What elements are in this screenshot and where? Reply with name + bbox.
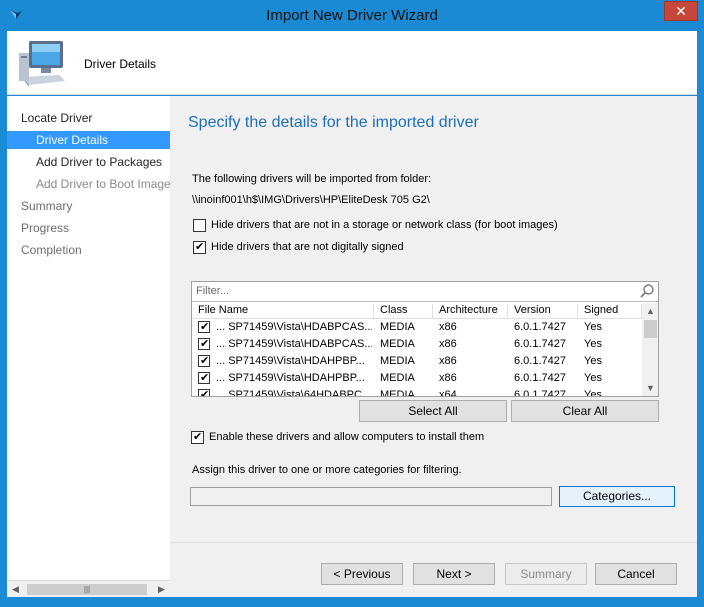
- main-panel: Specify the details for the imported dri…: [170, 96, 697, 597]
- title-bar[interactable]: Import New Driver Wizard ✕: [0, 0, 704, 31]
- row-arch: x86: [439, 321, 457, 333]
- driver-list[interactable]: Filter... File Name Class Architecture V…: [191, 281, 659, 397]
- hide-storage-checkbox[interactable]: [193, 219, 206, 232]
- row-file-name: ... SP71459\Vista\HDABPCAS...: [216, 338, 372, 350]
- next-button[interactable]: Next >: [413, 563, 495, 585]
- row-class: MEDIA: [380, 321, 415, 333]
- page-title: Specify the details for the imported dri…: [188, 114, 479, 131]
- scroll-thumb[interactable]: [644, 320, 657, 338]
- wizard-steps: Locate Driver Driver Details Add Driver …: [7, 96, 170, 568]
- row-signed: Yes: [584, 389, 602, 397]
- categories-field[interactable]: [190, 487, 552, 506]
- nav-spacer: [7, 568, 170, 580]
- filter-box[interactable]: Filter...: [192, 282, 658, 302]
- row-arch: x64: [439, 389, 457, 397]
- window-title: Import New Driver Wizard: [266, 7, 438, 24]
- row-version: 6.0.1.7427: [514, 389, 566, 397]
- row-class: MEDIA: [380, 338, 415, 350]
- row-arch: x86: [439, 355, 457, 367]
- row-class: MEDIA: [380, 372, 415, 384]
- step-add-driver-to-packages[interactable]: Add Driver to Packages: [36, 153, 162, 171]
- nav-horizontal-scrollbar[interactable]: ◀ ||| ▶: [7, 580, 170, 597]
- row-file-name: ... SP71459\Vista\HDAHPBP...: [216, 372, 365, 384]
- row-file-name: ... SP71459\Vista\HDAHPBP...: [216, 355, 365, 367]
- folder-path-label: \\inoinf001\h$\IMG\Drivers\HP\EliteDesk …: [192, 194, 430, 206]
- row-signed: Yes: [584, 338, 602, 350]
- hide-unsigned-checkbox[interactable]: [193, 240, 206, 254]
- select-all-button[interactable]: Select All: [359, 400, 507, 422]
- row-arch: x86: [439, 372, 457, 384]
- list-vertical-scrollbar[interactable]: ▲ ▼: [642, 303, 658, 396]
- step-summary[interactable]: Summary: [21, 197, 72, 215]
- computer-icon: [19, 41, 65, 87]
- row-checkbox[interactable]: [198, 354, 210, 367]
- categories-button[interactable]: Categories...: [559, 486, 675, 507]
- row-checkbox[interactable]: [198, 320, 210, 333]
- wizard-header: Driver Details: [7, 31, 697, 95]
- row-version: 6.0.1.7427: [514, 338, 566, 350]
- column-header: File Name Class Architecture Version Sig…: [192, 303, 642, 319]
- row-class: MEDIA: [380, 355, 415, 367]
- table-row[interactable]: ... SP71459\Vista\HDAHPBP... MEDIA x86 6…: [192, 353, 642, 370]
- row-file-name: ... SP71459\Vista\HDABPCAS...: [216, 321, 372, 333]
- row-checkbox[interactable]: [198, 388, 210, 396]
- col-class[interactable]: Class: [374, 304, 433, 319]
- search-icon[interactable]: [639, 283, 655, 299]
- step-progress[interactable]: Progress: [21, 219, 69, 237]
- scroll-left-icon[interactable]: ◀: [7, 581, 24, 598]
- col-architecture[interactable]: Architecture: [433, 304, 508, 319]
- enable-drivers-checkbox[interactable]: [191, 430, 204, 444]
- assign-categories-label: Assign this driver to one or more catego…: [192, 464, 462, 476]
- previous-button[interactable]: < Previous: [321, 563, 403, 585]
- scroll-down-icon[interactable]: ▼: [642, 380, 658, 396]
- row-version: 6.0.1.7427: [514, 355, 566, 367]
- folder-intro-label: The following drivers will be imported f…: [192, 173, 432, 185]
- row-version: 6.0.1.7427: [514, 321, 566, 333]
- row-arch: x86: [439, 338, 457, 350]
- scroll-thumb[interactable]: |||: [27, 584, 147, 595]
- enable-drivers-label[interactable]: Enable these drivers and allow computers…: [209, 431, 484, 443]
- row-checkbox[interactable]: [198, 371, 210, 384]
- filter-input[interactable]: Filter...: [196, 285, 229, 297]
- hide-unsigned-label[interactable]: Hide drivers that are not digitally sign…: [211, 241, 404, 253]
- table-row[interactable]: ... SP71459\Vista\HDABPCAS... MEDIA x86 …: [192, 319, 642, 336]
- col-file-name[interactable]: File Name: [192, 304, 374, 319]
- row-signed: Yes: [584, 355, 602, 367]
- row-signed: Yes: [584, 321, 602, 333]
- table-row[interactable]: ... SP71459\Vista\HDABPCAS... MEDIA x86 …: [192, 336, 642, 353]
- header-title: Driver Details: [84, 57, 157, 71]
- row-checkbox[interactable]: [198, 337, 210, 350]
- row-file-name: ... SP71459\Vista\64HDABPC...: [216, 389, 372, 397]
- col-signed[interactable]: Signed: [578, 304, 642, 319]
- hide-storage-label[interactable]: Hide drivers that are not in a storage o…: [211, 219, 558, 231]
- step-add-driver-to-boot-image[interactable]: Add Driver to Boot Image: [36, 175, 170, 193]
- summary-button: Summary: [505, 563, 587, 585]
- step-locate-driver[interactable]: Locate Driver: [21, 109, 92, 127]
- row-class: MEDIA: [380, 389, 415, 397]
- col-version[interactable]: Version: [508, 304, 578, 319]
- row-signed: Yes: [584, 372, 602, 384]
- clear-all-button[interactable]: Clear All: [511, 400, 659, 422]
- step-driver-details[interactable]: Driver Details: [7, 131, 170, 149]
- scroll-up-icon[interactable]: ▲: [642, 303, 658, 320]
- cancel-button[interactable]: Cancel: [595, 563, 677, 585]
- wizard-window: Import New Driver Wizard ✕ Driver Detail…: [0, 0, 704, 607]
- scroll-right-icon[interactable]: ▶: [153, 581, 170, 598]
- step-completion[interactable]: Completion: [21, 241, 82, 259]
- row-version: 6.0.1.7427: [514, 372, 566, 384]
- footer-divider: [170, 542, 697, 543]
- table-row[interactable]: ... SP71459\Vista\64HDABPC... MEDIA x64 …: [192, 387, 642, 397]
- close-button[interactable]: ✕: [664, 1, 698, 21]
- table-row[interactable]: ... SP71459\Vista\HDAHPBP... MEDIA x86 6…: [192, 370, 642, 387]
